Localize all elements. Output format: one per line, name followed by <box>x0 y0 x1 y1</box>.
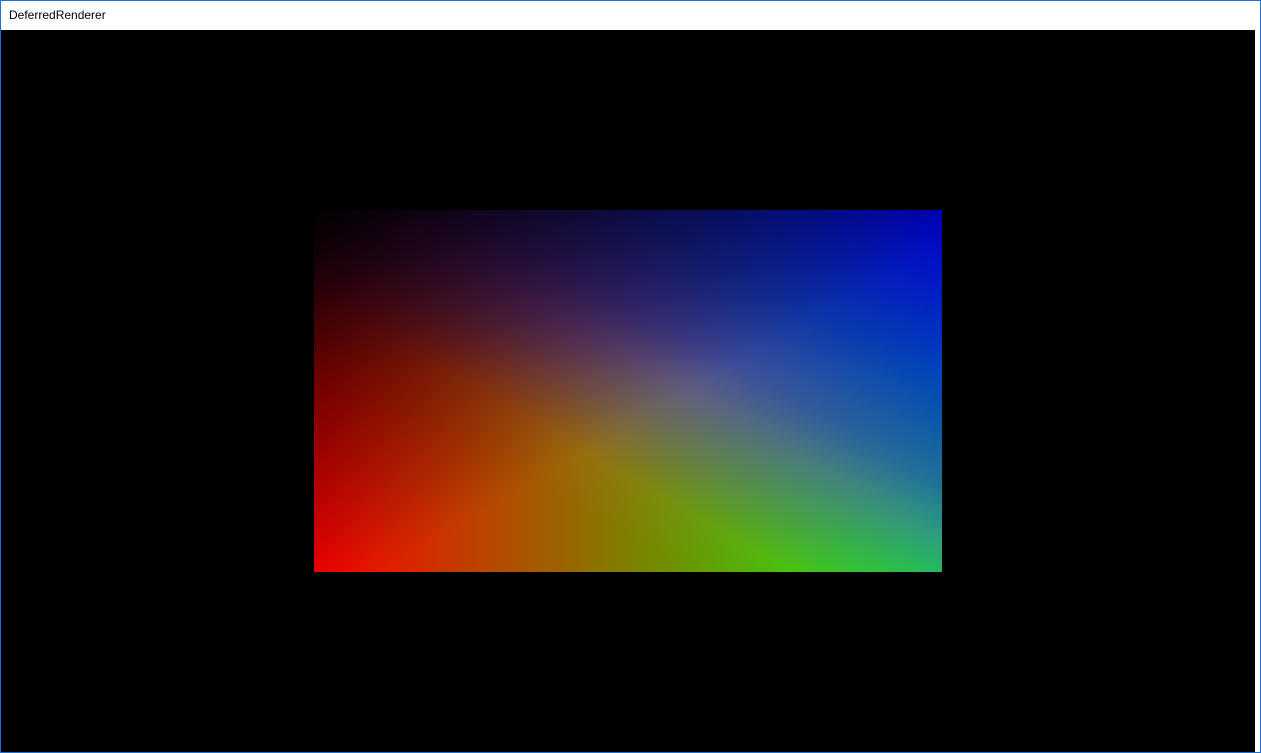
window-edge <box>1255 1 1260 752</box>
render-viewport[interactable] <box>1 30 1255 752</box>
title-bar[interactable]: DeferredRenderer <box>1 1 1255 30</box>
window-title: DeferredRenderer <box>9 8 106 22</box>
app-window: DeferredRenderer <box>0 0 1261 753</box>
dark-corner-layer <box>314 210 942 572</box>
rendered-gradient-quad <box>314 210 942 572</box>
